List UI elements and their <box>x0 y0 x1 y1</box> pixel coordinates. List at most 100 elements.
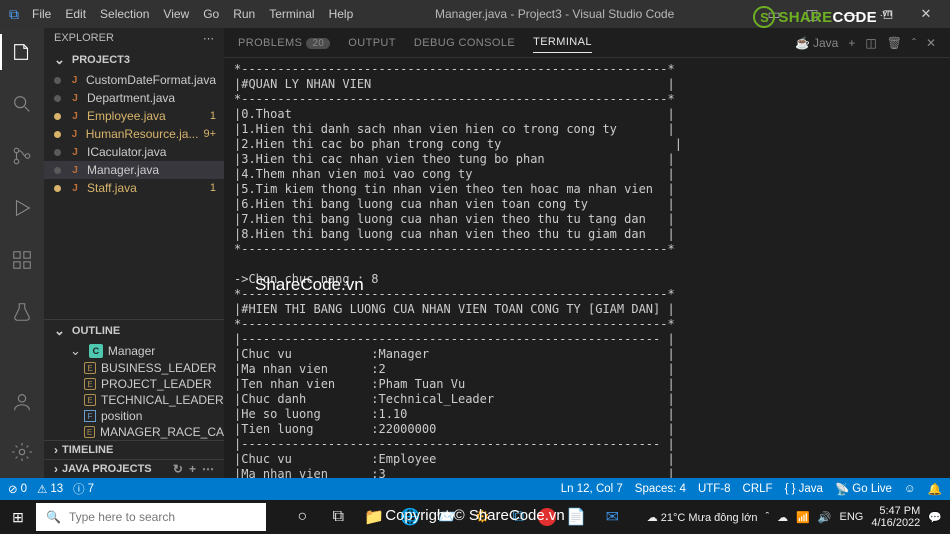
tray-wifi-icon[interactable]: 📶 <box>796 511 810 524</box>
java-file-icon: J <box>68 127 81 141</box>
menu-selection[interactable]: Selection <box>100 7 149 21</box>
outline-item-label: BUSINESS_LEADER <box>101 361 216 375</box>
file-item[interactable]: J Manager.java <box>44 161 224 179</box>
status-golive[interactable]: 📡Go Live <box>835 482 892 496</box>
app-icon[interactable] <box>538 508 556 526</box>
app-icon[interactable]: 📄 <box>560 502 592 532</box>
sharecode-logo: S SHARECODE .vn <box>753 6 892 28</box>
tray-clock[interactable]: 5:47 PM 4/16/2022 <box>871 505 920 529</box>
terminal-split-icon[interactable]: ◫ <box>865 36 876 50</box>
tray-cloud-icon[interactable]: ☁ <box>777 511 788 524</box>
search-icon: 🔍 <box>46 510 61 524</box>
add-icon[interactable]: + <box>189 462 196 476</box>
status-cursor[interactable]: Ln 12, Col 7 <box>561 483 623 495</box>
status-encoding[interactable]: UTF-8 <box>698 483 731 495</box>
activity-search-icon[interactable] <box>0 86 44 122</box>
status-language[interactable]: { } Java <box>785 483 823 495</box>
menu-go[interactable]: Go <box>203 7 219 21</box>
task-view-icon[interactable]: ⧉ <box>322 502 354 532</box>
app-icon[interactable]: 🌐 <box>394 502 426 532</box>
java-projects-section[interactable]: JAVA PROJECTS <box>62 463 152 475</box>
menu-view[interactable]: View <box>163 7 189 21</box>
project-name[interactable]: PROJECT3 <box>72 54 130 66</box>
outline-item[interactable]: ETECHNICAL_LEADER <box>44 392 224 408</box>
app-icon[interactable]: ✉ <box>596 502 628 532</box>
menu-help[interactable]: Help <box>329 7 354 21</box>
file-item[interactable]: JEmployee.java1 <box>44 107 224 125</box>
outline-item[interactable]: Fposition <box>44 408 224 424</box>
menu-run[interactable]: Run <box>233 7 255 21</box>
file-name: Manager.java <box>87 163 159 177</box>
outline-item-label: MANAGER_RACE_CA <box>100 425 224 439</box>
file-name: Employee.java <box>87 109 166 123</box>
status-spaces[interactable]: Spaces: 4 <box>635 483 686 495</box>
window-title: Manager.java - Project3 - Visual Studio … <box>353 7 756 21</box>
terminal-add-icon[interactable]: + <box>848 36 855 50</box>
panel-tab-debug-console[interactable]: DEBUG CONSOLE <box>414 33 515 53</box>
tray-chevron-icon[interactable]: ˆ <box>765 511 769 523</box>
activity-source-control-icon[interactable] <box>0 138 44 174</box>
outline-item[interactable]: EPROJECT_LEADER <box>44 376 224 392</box>
java-file-icon: J <box>68 109 82 123</box>
java-file-icon: J <box>68 73 81 87</box>
refresh-icon[interactable]: ↻ <box>173 462 183 476</box>
outline-symbol-icon: F <box>84 410 96 422</box>
status-warnings[interactable]: ⚠13 <box>37 482 63 496</box>
file-item[interactable]: JStaff.java1 <box>44 179 224 197</box>
java-file-icon: J <box>68 91 82 105</box>
tray-notification-icon[interactable]: 💬 <box>928 511 942 524</box>
file-item[interactable]: JCustomDateFormat.java <box>44 71 224 89</box>
activity-settings-icon[interactable] <box>0 434 44 470</box>
activity-explorer-icon[interactable] <box>0 34 44 70</box>
panel-tab-terminal[interactable]: TERMINAL <box>533 32 592 53</box>
outline-symbol-icon: E <box>84 362 96 374</box>
activity-testing-icon[interactable] <box>0 294 44 330</box>
app-icon[interactable]: ⚙ <box>466 502 498 532</box>
outline-symbol-icon: E <box>84 426 95 438</box>
java-file-icon: J <box>68 181 82 195</box>
app-icon[interactable]: 📨 <box>430 502 462 532</box>
outline-item[interactable]: E BUSINESS_LEADER <box>44 360 224 376</box>
terminal-output[interactable]: *---------------------------------------… <box>224 58 950 478</box>
weather-widget[interactable]: ☁ 21°C Mưa đông lớn <box>647 511 758 524</box>
file-name: HumanResource.ja... <box>86 127 199 141</box>
java-file-icon: J <box>68 163 82 177</box>
terminal-profile[interactable]: ☕ Java <box>795 36 838 50</box>
menu-file[interactable]: File <box>32 7 51 21</box>
close-button[interactable]: ✕ <box>908 0 944 28</box>
cortana-icon[interactable]: ○ <box>286 502 318 532</box>
terminal-trash-icon[interactable]: 🗑 <box>887 36 902 50</box>
file-name: Staff.java <box>87 181 137 195</box>
panel-close-icon[interactable]: ✕ <box>926 36 936 50</box>
outline-label[interactable]: OUTLINE <box>72 325 120 337</box>
outline-item[interactable]: E MANAGER_RACE_CA <box>44 424 224 440</box>
vscode-app-icon[interactable]: ⧉ <box>502 502 534 532</box>
menu-terminal[interactable]: Terminal <box>269 7 314 21</box>
app-icon[interactable]: 📁 <box>358 502 390 532</box>
activity-run-debug-icon[interactable] <box>0 190 44 226</box>
menu-edit[interactable]: Edit <box>65 7 86 21</box>
file-item[interactable]: J HumanResource.ja... 9+ <box>44 125 224 143</box>
taskbar-search[interactable]: 🔍 Type here to search <box>36 503 266 531</box>
activity-account-icon[interactable] <box>0 384 44 420</box>
status-info[interactable]: ⓘ7 <box>73 481 94 497</box>
file-item[interactable]: JDepartment.java <box>44 89 224 107</box>
timeline-section[interactable]: TIMELINE <box>62 444 113 456</box>
status-eol[interactable]: CRLF <box>743 483 773 495</box>
tray-volume-icon[interactable]: 🔊 <box>818 511 832 524</box>
file-item[interactable]: JICaculator.java <box>44 143 224 161</box>
activity-extensions-icon[interactable] <box>0 242 44 278</box>
windows-start-button[interactable]: ⊞ <box>0 500 36 534</box>
more-icon[interactable]: ⋯ <box>202 462 214 476</box>
panel-tab-problems[interactable]: PROBLEMS20 <box>238 33 330 53</box>
class-icon: C <box>89 344 103 358</box>
status-errors[interactable]: ⊘0 <box>8 482 27 496</box>
outline-root[interactable]: Manager <box>108 344 155 358</box>
panel-tab-output[interactable]: OUTPUT <box>348 33 396 53</box>
status-feedback-icon[interactable]: ☺ <box>904 483 916 495</box>
status-bell-icon[interactable]: 🔔 <box>928 482 942 496</box>
file-badge: 9+ <box>203 128 216 140</box>
tray-language[interactable]: ENG <box>840 511 864 523</box>
explorer-more-icon[interactable]: ⋯ <box>203 32 214 45</box>
chevron-up-icon[interactable]: ˆ <box>912 36 916 50</box>
